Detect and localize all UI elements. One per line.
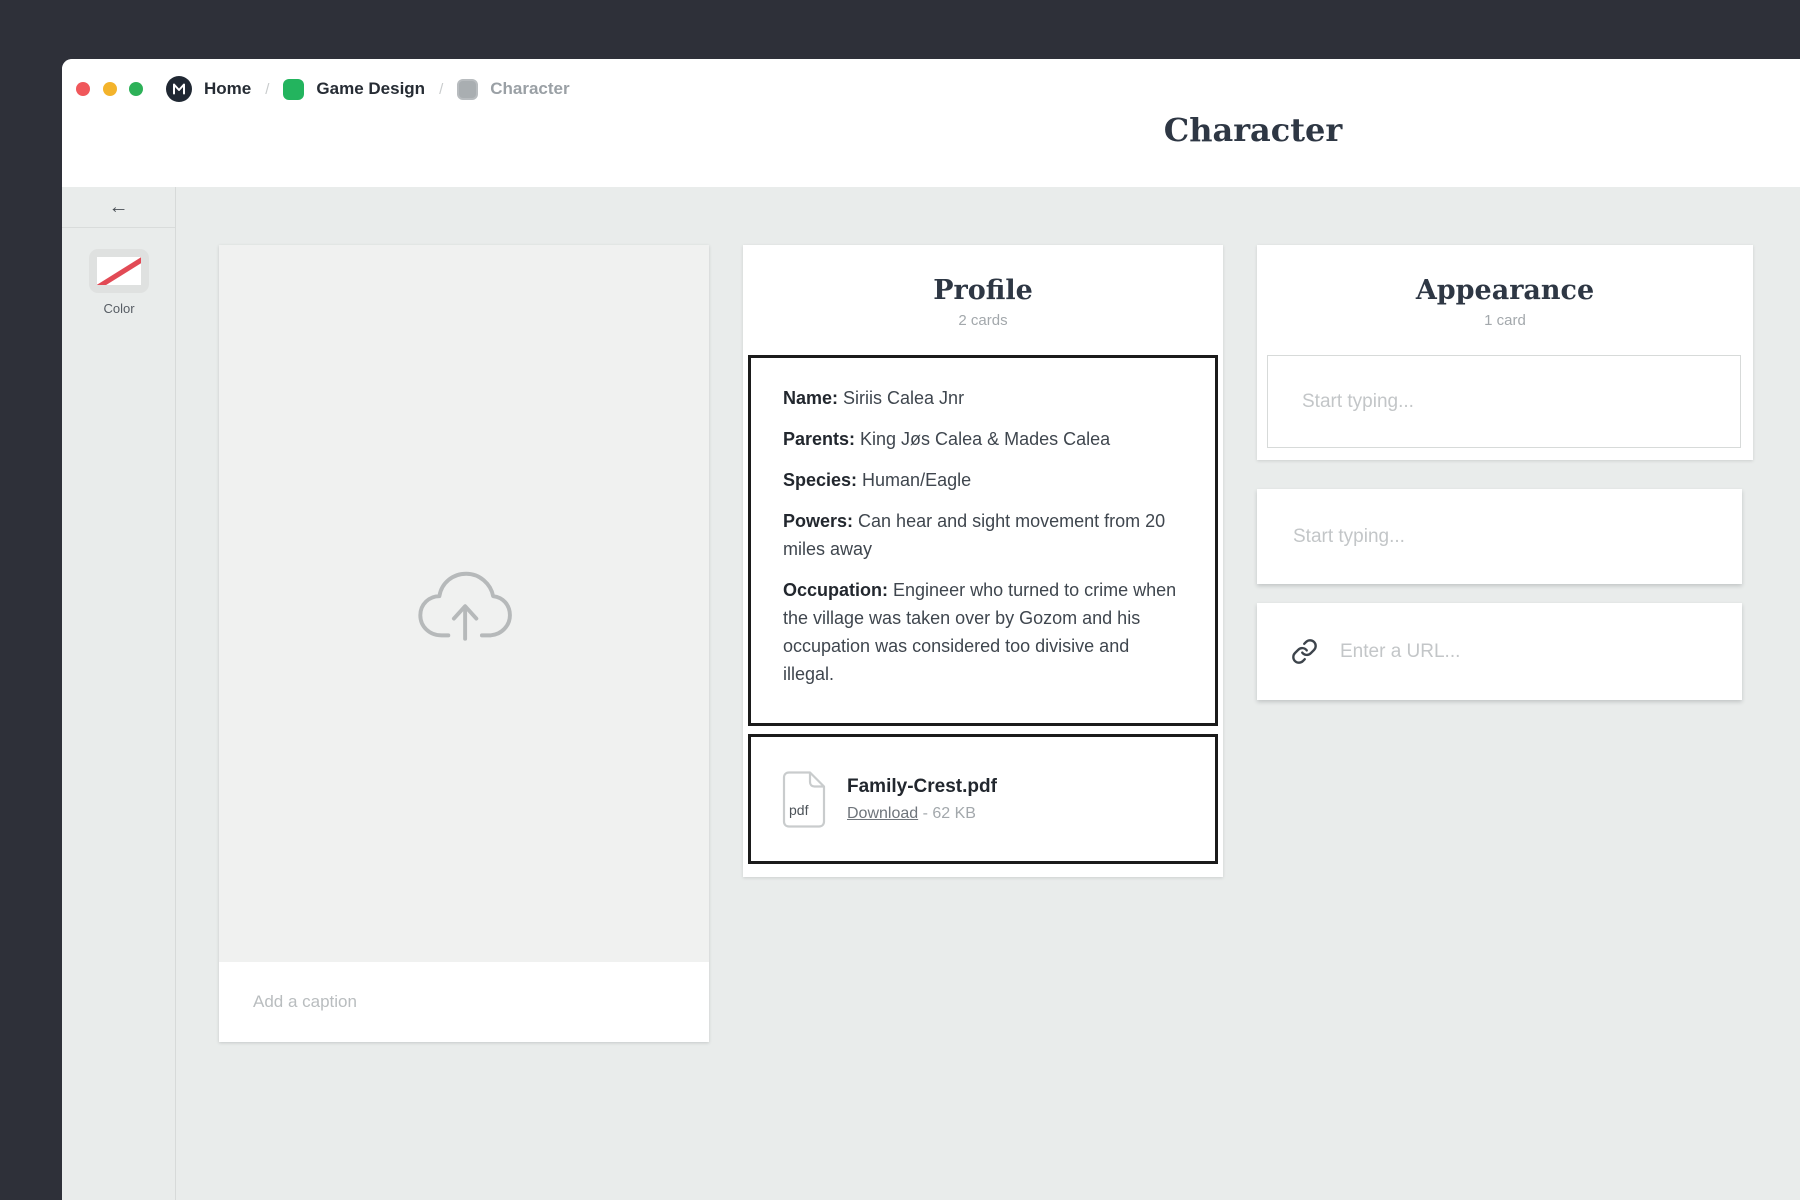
board-title[interactable]: Character (1164, 111, 1343, 149)
field-value: Siriis Calea Jnr (843, 388, 964, 408)
note-field: Name:Siriis Calea Jnr (783, 384, 1185, 412)
file-card[interactable]: pdf Family-Crest.pdf Download - 62 KB (748, 734, 1218, 864)
new-note-card[interactable]: Start typing... (1257, 489, 1742, 584)
breadcrumb-separator: / (439, 81, 443, 98)
file-info: Family-Crest.pdf Download - 62 KB (847, 776, 997, 823)
breadcrumb-item-character[interactable]: Character (457, 79, 569, 100)
app-window: Home / Game Design / Character Character… (62, 59, 1800, 1200)
field-label: Powers: (783, 511, 853, 531)
note-placeholder: Start typing... (1302, 391, 1414, 413)
column-card-count: 2 cards (743, 312, 1223, 329)
zoom-window-button[interactable] (129, 82, 143, 96)
image-caption-input[interactable]: Add a caption (219, 962, 709, 1042)
field-label: Name: (783, 388, 838, 408)
home-logo-icon (166, 76, 192, 102)
field-value: Human/Eagle (862, 470, 971, 490)
file-size: - 62 KB (923, 805, 976, 822)
note-field: Powers:Can hear and sight movement from … (783, 507, 1185, 563)
breadcrumb-label: Home (204, 79, 251, 99)
back-arrow-icon: ← (109, 196, 129, 219)
gray-board-icon (457, 79, 478, 100)
field-value: King Jøs Calea & Mades Calea (860, 429, 1110, 449)
breadcrumb: Home / Game Design / Character (166, 76, 570, 102)
note-placeholder: Start typing... (1293, 526, 1405, 548)
field-label: Occupation: (783, 580, 888, 600)
image-card: Add a caption (219, 245, 709, 1042)
field-label: Species: (783, 470, 857, 490)
breadcrumb-item-game-design[interactable]: Game Design (283, 79, 425, 100)
file-name: Family-Crest.pdf (847, 776, 997, 798)
green-board-icon (283, 79, 304, 100)
breadcrumb-item-home[interactable]: Home (166, 76, 251, 102)
svg-text:pdf: pdf (789, 802, 809, 818)
download-link[interactable]: Download (847, 805, 918, 822)
note-field: Occupation:Engineer who turned to crime … (783, 576, 1185, 688)
new-link-card[interactable]: Enter a URL... (1257, 603, 1742, 700)
color-tool-label: Color (62, 301, 176, 316)
column-title[interactable]: Appearance (1257, 275, 1753, 306)
tool-sidebar: ← Color (62, 187, 176, 1200)
appearance-note-input[interactable]: Start typing... (1267, 355, 1741, 448)
collapse-sidebar-button[interactable]: ← (62, 187, 175, 228)
field-label: Parents: (783, 429, 855, 449)
color-swatch-icon (89, 249, 149, 293)
pdf-file-icon: pdf (781, 771, 827, 828)
url-placeholder: Enter a URL... (1340, 641, 1460, 663)
column-title[interactable]: Profile (743, 275, 1223, 306)
note-field: Parents:King Jøs Calea & Mades Calea (783, 425, 1185, 453)
profile-note-card[interactable]: Name:Siriis Calea Jnr Parents:King Jøs C… (748, 355, 1218, 726)
note-field: Species:Human/Eagle (783, 466, 1185, 494)
cloud-upload-icon (408, 563, 520, 645)
column-appearance: Appearance 1 card Start typing... (1257, 245, 1753, 460)
breadcrumb-label: Game Design (316, 79, 425, 99)
link-icon (1291, 638, 1318, 665)
minimize-window-button[interactable] (103, 82, 117, 96)
column-profile: Profile 2 cards Name:Siriis Calea Jnr Pa… (743, 245, 1223, 877)
breadcrumb-label: Character (490, 79, 569, 99)
column-card-count: 1 card (1257, 312, 1753, 329)
color-tool-button[interactable]: Color (62, 249, 176, 316)
window-header: Home / Game Design / Character Character (62, 59, 1800, 187)
caption-placeholder: Add a caption (253, 992, 357, 1012)
image-upload-dropzone[interactable] (219, 245, 709, 962)
breadcrumb-separator: / (265, 81, 269, 98)
close-window-button[interactable] (76, 82, 90, 96)
